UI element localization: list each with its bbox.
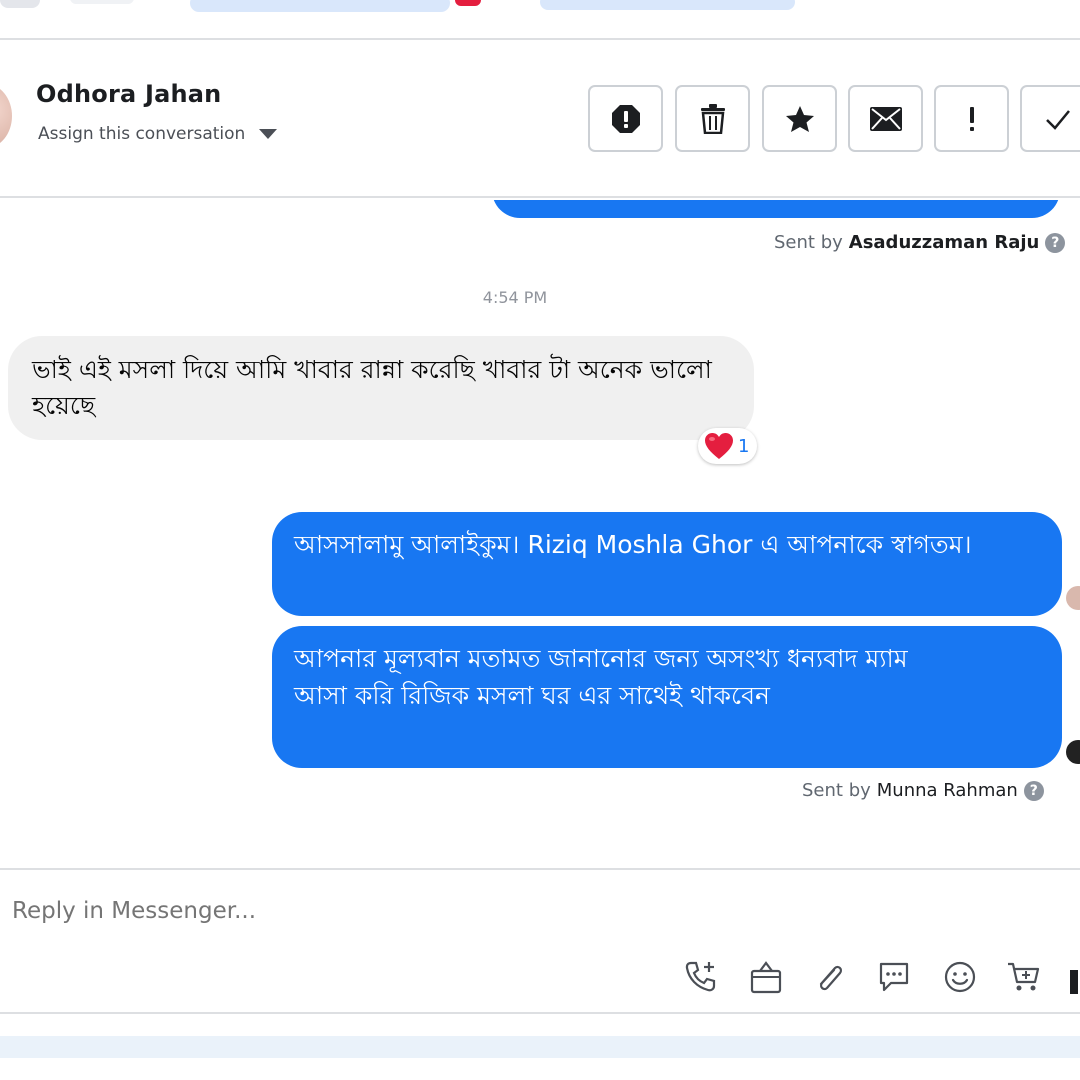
- saved-replies-button[interactable]: [874, 958, 914, 996]
- shopping-bag-icon: [750, 961, 782, 994]
- envelope-icon: [869, 106, 902, 131]
- caret-down-icon: [259, 129, 278, 139]
- reply-input[interactable]: [12, 898, 612, 924]
- heart-icon: [705, 433, 733, 459]
- nav-item-partial[interactable]: [0, 0, 40, 8]
- spam-icon: [611, 104, 640, 133]
- mark-done-button[interactable]: [1020, 85, 1080, 152]
- call-add-icon: [685, 961, 716, 992]
- sent-by-label: Sent by Munna Rahman ?: [802, 780, 1044, 801]
- contact-avatar[interactable]: [0, 84, 12, 148]
- seen-indicator: [1066, 740, 1080, 764]
- contact-name[interactable]: Odhora Jahan: [36, 80, 221, 108]
- message-line: আপনার মূল্যবান মতামত জানানোর জন্য অসংখ্য…: [294, 644, 908, 673]
- attach-button[interactable]: [810, 958, 850, 996]
- outgoing-message-bubble-partial[interactable]: [492, 200, 1060, 218]
- trash-icon: [700, 103, 725, 134]
- outgoing-message-bubble[interactable]: আসসালামু আলাইকুম। Riziq Moshla Ghor এ আপ…: [272, 512, 1062, 616]
- assign-conversation-dropdown[interactable]: Assign this conversation: [38, 124, 278, 144]
- message-reaction[interactable]: 1: [698, 428, 758, 464]
- nav-item-partial[interactable]: [540, 0, 795, 10]
- nav-item-partial[interactable]: [70, 0, 134, 4]
- emoji-button[interactable]: [940, 958, 980, 996]
- nav-item-partial[interactable]: [190, 0, 450, 12]
- sent-by-prefix: Sent by: [802, 780, 871, 801]
- chat-bubble-icon: [879, 962, 909, 992]
- delete-button[interactable]: [675, 85, 750, 152]
- shop-button[interactable]: [746, 958, 786, 996]
- help-icon[interactable]: ?: [1045, 232, 1066, 253]
- paperclip-icon: [819, 965, 843, 991]
- message-thread[interactable]: Sent by Asaduzzaman Raju ? 4:54 PM ভাই এ…: [0, 200, 1080, 868]
- star-icon: [785, 105, 814, 132]
- reply-composer: [0, 868, 1080, 1014]
- spam-button[interactable]: [588, 85, 663, 152]
- footer-band: [0, 1036, 1080, 1058]
- emoji-icon: [944, 961, 976, 993]
- priority-button[interactable]: [934, 85, 1009, 152]
- top-navigation-strip: [0, 0, 1080, 40]
- message-timestamp: 4:54 PM: [482, 288, 548, 307]
- checkmark-icon: [1045, 109, 1070, 130]
- add-to-cart-button[interactable]: [1004, 958, 1044, 996]
- help-icon[interactable]: ?: [1023, 780, 1044, 801]
- notification-badge: [455, 0, 481, 6]
- sent-by-prefix: Sent by: [774, 232, 843, 253]
- call-add-button[interactable]: [680, 958, 720, 996]
- follow-up-button[interactable]: [762, 85, 837, 152]
- seen-avatar: [1066, 586, 1080, 610]
- sender-name[interactable]: Munna Rahman: [877, 780, 1018, 801]
- mark-unread-button[interactable]: [848, 85, 923, 152]
- overflow-icon-partial[interactable]: [1070, 970, 1078, 994]
- outgoing-message-bubble[interactable]: আপনার মূল্যবান মতামত জানানোর জন্য অসংখ্য…: [272, 626, 1062, 768]
- incoming-message-bubble[interactable]: ভাই এই মসলা দিয়ে আমি খাবার রান্না করেছি…: [8, 336, 754, 440]
- reaction-count: 1: [738, 435, 750, 457]
- sender-name[interactable]: Asaduzzaman Raju: [849, 232, 1040, 253]
- cart-add-icon: [1008, 962, 1040, 991]
- message-line: আসা করি রিজিক মসলা ঘর এর সাথেই থাকবেন: [294, 681, 770, 710]
- exclamation-icon: [969, 106, 974, 131]
- sent-by-label: Sent by Asaduzzaman Raju ?: [774, 232, 1066, 253]
- assign-label: Assign this conversation: [38, 124, 246, 144]
